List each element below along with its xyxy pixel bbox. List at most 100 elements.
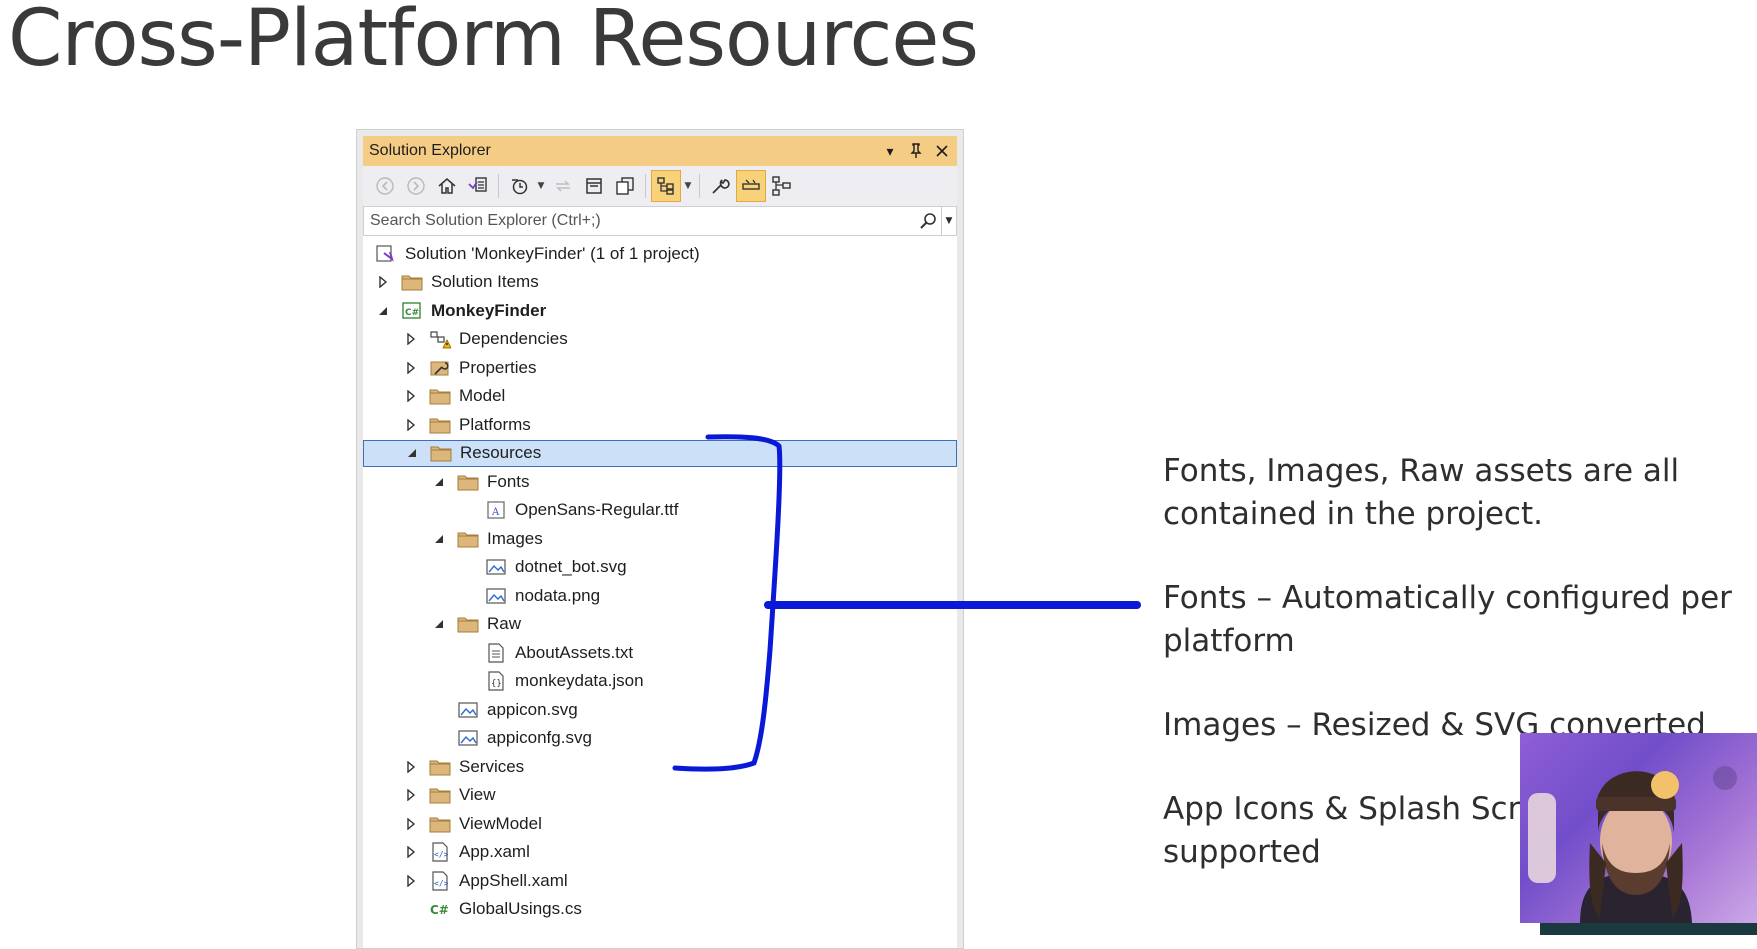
svg-text:C#: C# (405, 308, 419, 318)
folder-icon (429, 386, 451, 406)
collapse-arrow-icon[interactable] (404, 445, 420, 461)
properties-wrench-icon[interactable] (706, 171, 734, 201)
tree-row-label: MonkeyFinder (431, 300, 547, 320)
search-icon[interactable] (915, 207, 941, 235)
tree-row-label: Solution 'MonkeyFinder' (1 of 1 project) (405, 243, 700, 263)
tree-row-solution-items[interactable]: Solution Items (363, 269, 957, 296)
expand-arrow-icon[interactable] (403, 331, 419, 347)
tree-row-appiconfg-svg[interactable]: appiconfg.svg (363, 725, 957, 752)
solution-explorer-toolbar: ▼ ▼ (363, 166, 957, 206)
tree-row-solution-monkeyfinder-1-of-1-project[interactable]: Solution 'MonkeyFinder' (1 of 1 project) (363, 240, 957, 267)
collapse-arrow-icon[interactable] (431, 474, 447, 490)
expand-arrow-icon[interactable] (403, 417, 419, 433)
folder-icon (457, 529, 479, 549)
toolbar-separator (645, 174, 646, 198)
back-icon[interactable] (371, 171, 399, 201)
toolbar-separator (498, 174, 499, 198)
tree-row-label: App.xaml (459, 842, 530, 861)
folder-icon (429, 814, 451, 834)
view-options-dropdown-icon[interactable]: ▼ (683, 181, 693, 191)
close-icon[interactable] (933, 142, 951, 160)
sync-with-active-document-icon[interactable] (549, 171, 577, 201)
collapse-arrow-icon[interactable] (375, 303, 391, 319)
expand-arrow-icon[interactable] (403, 787, 419, 803)
search-input[interactable] (370, 207, 915, 235)
tree-row-label: appiconfg.svg (487, 728, 592, 747)
window-position-dropdown-icon[interactable]: ▾ (881, 142, 899, 160)
tree-row-label: OpenSans-Regular.ttf (515, 500, 679, 519)
pin-icon[interactable] (907, 142, 925, 160)
tree-row-label: Model (459, 386, 506, 405)
webcam-frame-edge (1540, 923, 1757, 935)
expand-arrow-icon[interactable] (375, 274, 391, 290)
expand-arrow-icon[interactable] (403, 844, 419, 860)
tree-row-properties[interactable]: Properties (363, 354, 957, 381)
expand-arrow-icon[interactable] (403, 388, 419, 404)
svg-text:A: A (491, 507, 500, 518)
expand-arrow-icon[interactable] (403, 816, 419, 832)
solution-explorer-title-bar[interactable]: Solution Explorer ▾ (363, 136, 957, 166)
tree-row-label: Solution Items (431, 272, 539, 291)
text-file-icon (485, 642, 507, 663)
solution-explorer-search: ▼ (363, 206, 957, 236)
tree-row-resources[interactable]: Resources (363, 439, 957, 467)
collapse-arrow-icon[interactable] (431, 616, 447, 632)
switch-views-icon[interactable] (464, 171, 492, 201)
tree-row-monkeydata-json[interactable]: {} monkeydata.json (363, 668, 957, 695)
svg-text:</>: </> (434, 879, 449, 888)
pending-changes-filter-icon[interactable] (505, 171, 533, 201)
tree-row-images[interactable]: Images (363, 525, 957, 552)
tree-row-nodata-png[interactable]: nodata.png (363, 582, 957, 609)
home-icon[interactable] (433, 171, 461, 201)
tree-row-label: Services (459, 756, 525, 776)
svg-text:{}: {} (491, 679, 502, 689)
image-file-icon (485, 557, 507, 577)
search-options-dropdown-icon[interactable]: ▼ (941, 207, 956, 235)
tree-row-globalusings-cs[interactable]: C# GlobalUsings.cs (363, 896, 957, 923)
bullet-assets: Fonts, Images, Raw assets are all contai… (1163, 453, 1680, 532)
tree-row-dependencies[interactable]: Dependencies (363, 326, 957, 353)
filter-dropdown-icon[interactable]: ▼ (536, 181, 546, 191)
forward-icon[interactable] (402, 171, 430, 201)
folder-icon (429, 785, 451, 805)
folder-icon (457, 472, 479, 492)
tree-row-opensans-regular-ttf[interactable]: A OpenSans-Regular.ttf (363, 497, 957, 524)
tree-row-fonts[interactable]: Fonts (363, 468, 957, 495)
tree-row-platforms[interactable]: Platforms (363, 411, 957, 438)
tree-row-label: AboutAssets.txt (515, 642, 634, 662)
show-all-files-icon[interactable] (611, 171, 639, 201)
tree-row-appicon-svg[interactable]: appicon.svg (363, 696, 957, 723)
expand-arrow-icon[interactable] (403, 360, 419, 376)
preview-selected-items-icon[interactable] (736, 170, 766, 202)
toolbar-separator (699, 174, 700, 198)
tree-row-services[interactable]: Services (363, 753, 957, 780)
folder-icon (401, 272, 423, 292)
tree-row-monkeyfinder[interactable]: C# MonkeyFinder (363, 297, 957, 324)
tree-row-aboutassets-txt[interactable]: AboutAssets.txt (363, 639, 957, 666)
tree-row-view[interactable]: View (363, 782, 957, 809)
tree-row-label: appicon.svg (487, 699, 578, 719)
tree-row-appshell-xaml[interactable]: </> AppShell.xaml (363, 867, 957, 894)
collapse-all-icon[interactable] (580, 171, 608, 201)
tree-row-label: Fonts (487, 471, 530, 491)
class-view-icon[interactable] (768, 171, 796, 201)
expand-arrow-icon[interactable] (403, 759, 419, 775)
tree-row-label: nodata.png (515, 585, 601, 605)
tree-row-label: Dependencies (459, 329, 568, 348)
track-active-item-icon[interactable] (651, 170, 681, 202)
tree-row-dotnet-bot-svg[interactable]: dotnet_bot.svg (363, 554, 957, 581)
webcam-overlay (1520, 733, 1757, 923)
solution-explorer-panel: Solution Explorer ▾ ▼ ▼ Search Solution … (356, 129, 964, 949)
xaml-file-icon: </> (429, 842, 451, 862)
collapse-arrow-icon[interactable] (431, 531, 447, 547)
tree-row-viewmodel[interactable]: ViewModel (363, 810, 957, 837)
tree-row-model[interactable]: Model (363, 383, 957, 410)
tree-row-app-xaml[interactable]: </> App.xaml (363, 839, 957, 866)
expand-arrow-icon[interactable] (403, 873, 419, 889)
tree-row-raw[interactable]: Raw (363, 611, 957, 638)
